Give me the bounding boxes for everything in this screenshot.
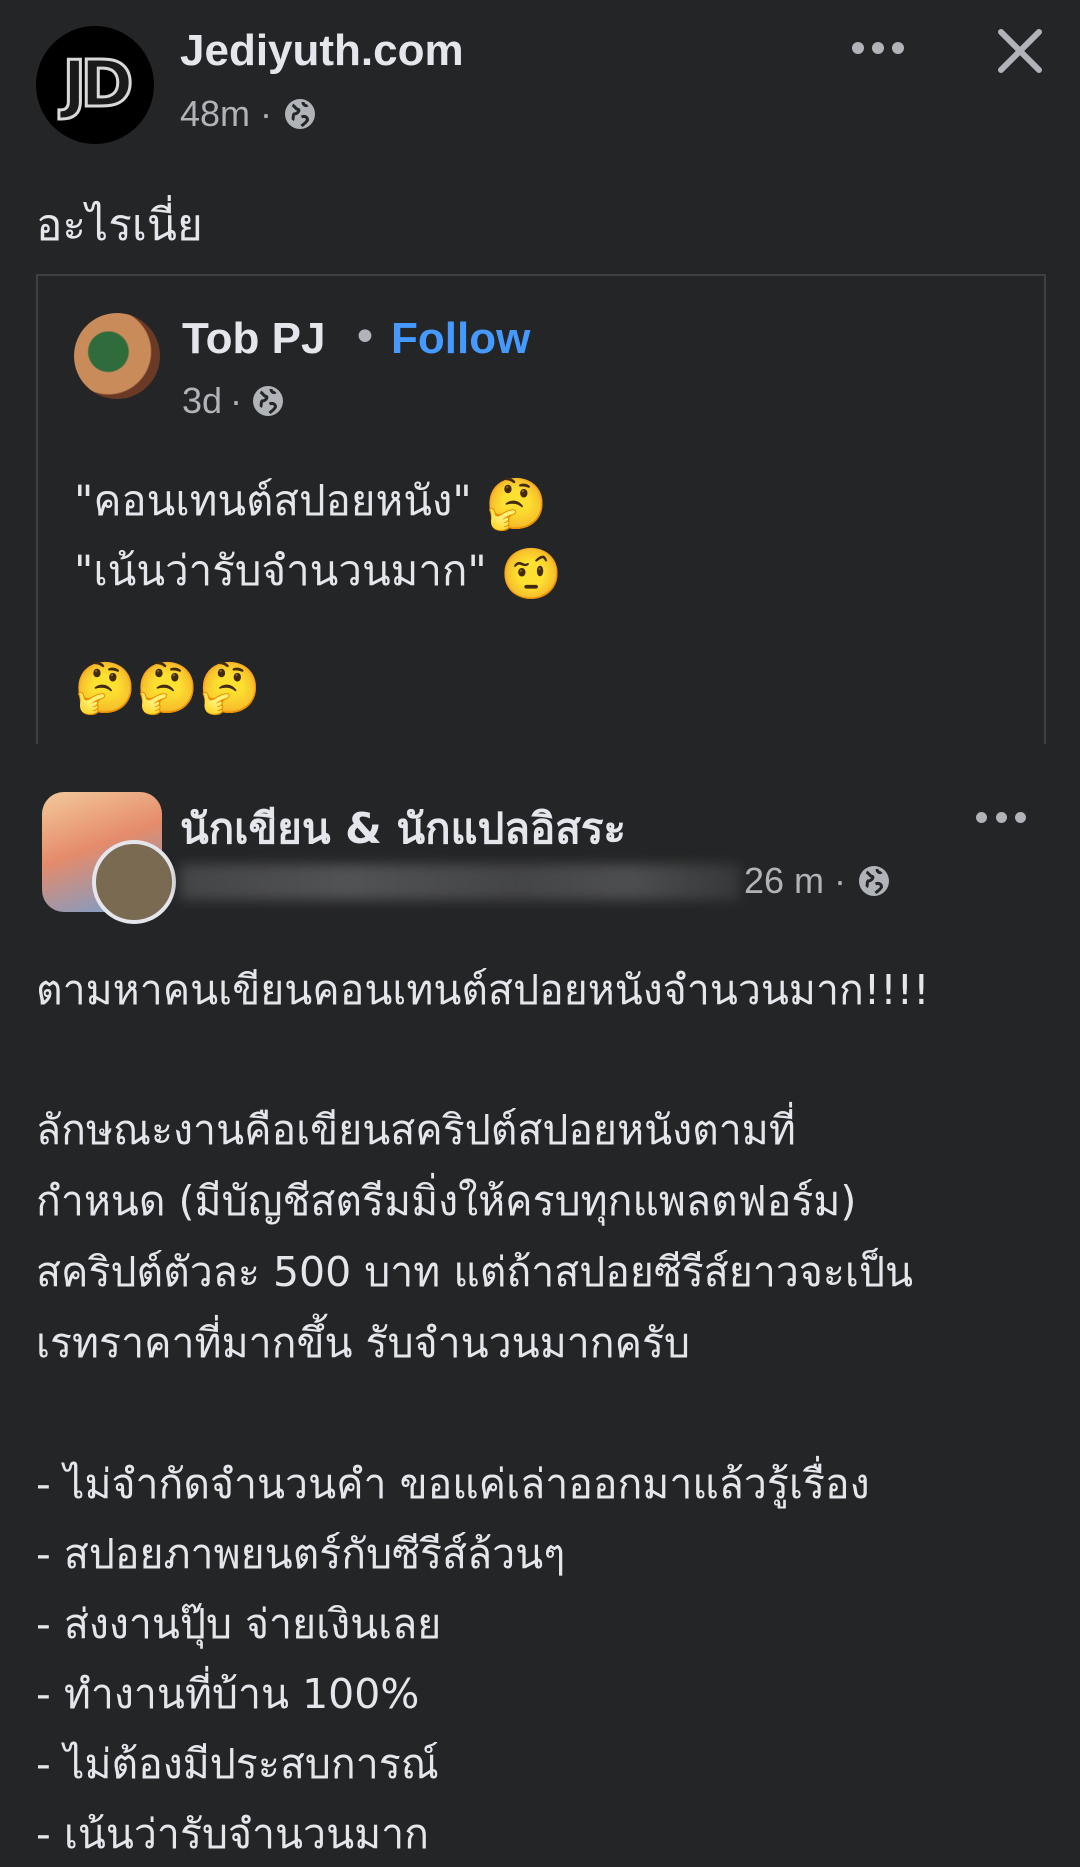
body-line: - เน้นว่ารับจำนวนมาก	[36, 1810, 429, 1858]
embedded-screenshot: นักเขียน & นักแปลอิสระ 26 m · ตามหาคนเขี…	[0, 744, 1080, 1858]
page-avatar[interactable]: JD	[36, 26, 154, 144]
shared-post-text: "คอนเทนต์สปอยหนัง"	[74, 476, 472, 525]
body-line: - ไม่ต้องมีประสบการณ์	[36, 1740, 439, 1788]
more-options-icon[interactable]	[852, 30, 904, 66]
body-line: กำหนด (มีบัญชีสตรีมมิ่งให้ครบทุกแพลตฟอร์…	[36, 1177, 857, 1225]
shared-post[interactable]: Tob PJ • Follow 3d · "คอนเทนต์สปอยหนัง" …	[36, 274, 1046, 746]
shared-post-line: 🤔🤔🤔	[74, 660, 261, 713]
globe-icon	[253, 386, 284, 416]
body-line: - ทำงานที่บ้าน 100%	[36, 1670, 420, 1718]
embedded-post-time: 26 m	[744, 860, 825, 901]
member-avatar	[92, 840, 176, 924]
blurred-author-name	[180, 864, 740, 900]
more-options-icon	[976, 802, 1026, 832]
page-avatar-logo: JD	[61, 47, 135, 124]
body-line: ลักษณะงานคือเขียนสคริปต์สปอยหนังตามที่	[36, 1106, 796, 1154]
close-icon[interactable]	[995, 26, 1045, 76]
body-line: สคริปต์ตัวละ 500 บาท แต่ถ้าสปอยซีรีส์ยาว…	[36, 1248, 913, 1296]
page-name[interactable]: Jediyuth.com	[180, 26, 464, 76]
post-time[interactable]: 48m	[180, 93, 250, 135]
shared-author-avatar[interactable]	[74, 313, 160, 399]
body-line: - สปอยภาพยนตร์กับซีรีส์ล้วนๆ	[36, 1530, 566, 1578]
meta-separator: ·	[230, 380, 243, 421]
shared-author-name[interactable]: Tob PJ	[182, 314, 325, 364]
body-line: - ไม่จำกัดจำนวนคำ ขอแค่เล่าออกมาแล้วรู้เ…	[36, 1460, 870, 1508]
shared-post-line: "เน้นว่ารับจำนวนมาก" 🤨	[74, 538, 562, 604]
post-meta: 48m ·	[180, 93, 318, 135]
body-line: ตามหาคนเขียนคอนเทนต์สปอยหนังจำนวนมาก!!!!	[36, 966, 930, 1014]
globe-icon	[285, 99, 316, 129]
follow-separator: •	[352, 312, 378, 363]
shared-post-time[interactable]: 3d	[182, 380, 222, 422]
thinking-face-emoji: 🤔	[485, 474, 548, 533]
body-line: - ส่งงานปุ๊บ จ่ายเงินเลย	[36, 1600, 442, 1648]
follow-button[interactable]: Follow	[391, 314, 530, 364]
group-name: นักเขียน & นักแปลอิสระ	[180, 804, 626, 853]
raised-eyebrow-emoji: 🤨	[500, 544, 563, 603]
shared-post-line: "คอนเทนต์สปอยหนัง" 🤔	[74, 468, 547, 534]
embedded-post-meta: 26 m ·	[744, 860, 892, 902]
meta-separator: ·	[260, 93, 273, 134]
body-line: เรทราคาที่มากขึ้น รับจำนวนมากครับ	[36, 1319, 691, 1367]
meta-separator: ·	[834, 860, 847, 901]
post-text: อะไรเนี่ย	[36, 200, 203, 251]
thinking-face-emoji: 🤔🤔🤔	[74, 658, 261, 717]
globe-icon	[859, 866, 890, 896]
shared-post-text: "เน้นว่ารับจำนวนมาก"	[74, 546, 487, 595]
shared-post-meta: 3d ·	[182, 380, 286, 422]
